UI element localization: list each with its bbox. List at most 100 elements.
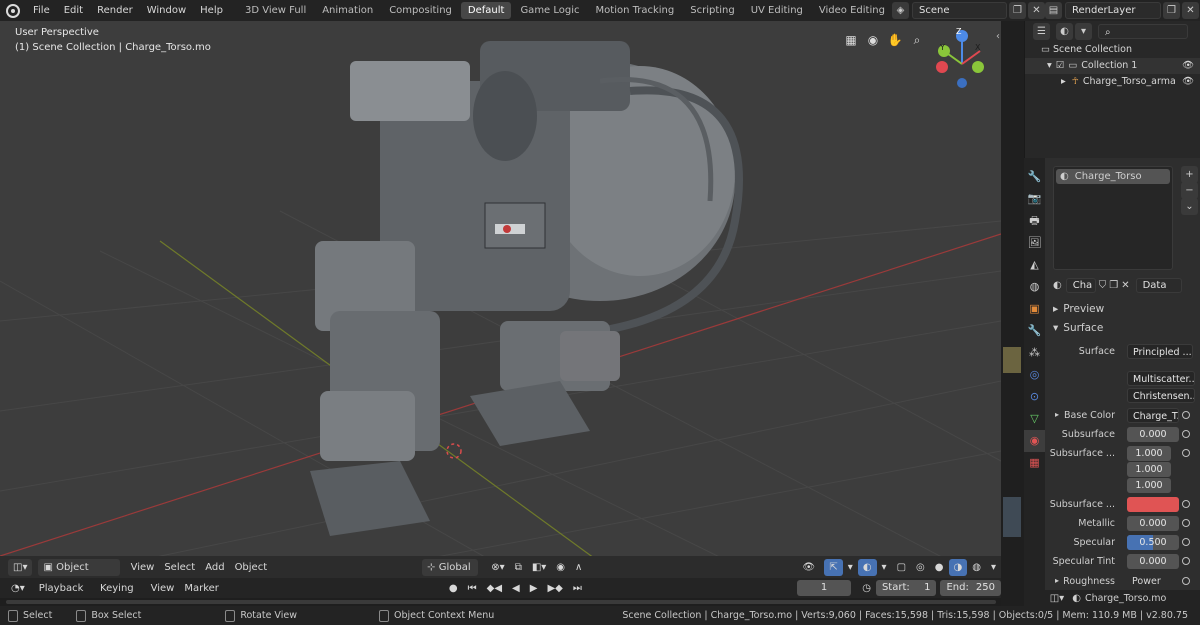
distribution-dropdown[interactable]: Multiscatter... — [1127, 371, 1195, 386]
metallic-value-field[interactable]: 0.000 — [1127, 516, 1179, 531]
specular-slider[interactable]: 0.500 — [1127, 535, 1179, 550]
material-copy-icon[interactable]: ❐ — [1109, 280, 1118, 291]
editor-type-icon[interactable]: ◫▾ — [8, 558, 33, 576]
timeline-menu-keying[interactable]: Keying ▾ — [95, 580, 146, 611]
falloff-icon[interactable]: ∧ — [570, 559, 587, 576]
tab-compositing[interactable]: Compositing — [382, 2, 459, 19]
shading-rendered-icon[interactable]: ◍ — [967, 559, 986, 576]
metallic-socket-icon[interactable] — [1182, 519, 1190, 527]
material-browse-icon[interactable]: ◐ — [1053, 280, 1062, 291]
view-layer-field[interactable]: RenderLayer — [1065, 2, 1161, 19]
subsurface-method-dropdown[interactable]: Christensen... — [1127, 388, 1195, 403]
scene-tab-icon[interactable]: ◭ — [1024, 254, 1045, 276]
material-unlink-icon[interactable]: ✕ — [1121, 280, 1129, 291]
subsurface-radius-y-field[interactable]: 1.000 — [1127, 462, 1171, 477]
subsurface-radius-x-field[interactable]: 1.000 — [1127, 446, 1171, 461]
world-tab-icon[interactable]: ◍ — [1024, 276, 1045, 298]
play-reverse-icon[interactable]: ◀ — [507, 580, 525, 597]
shading-dropdown-icon[interactable]: ▾ — [986, 559, 1001, 576]
specular-tint-value-field[interactable]: 0.000 — [1127, 554, 1179, 569]
overlay-dropdown-icon[interactable]: ▾ — [877, 559, 892, 576]
viewport-menu-select[interactable]: Select — [159, 559, 200, 576]
expand-arrow-icon[interactable]: ▸ — [1061, 74, 1066, 90]
base-color-field[interactable]: Charge_T... — [1127, 408, 1179, 423]
output-tab-icon[interactable]: 🖶 — [1024, 210, 1045, 232]
sidebar-toggle-icon[interactable]: ‹ — [996, 31, 1000, 42]
properties-pin-icon[interactable]: ◫▾ — [1050, 593, 1064, 604]
robot-model[interactable] — [310, 41, 743, 536]
menu-file[interactable]: File — [26, 0, 57, 21]
outliner-row-charge-torso-arma[interactable]: ▸ ☥ Charge_Torso_arma 👁 — [1025, 74, 1200, 90]
view-layer-copy-icon[interactable]: ❐ — [1163, 2, 1180, 19]
modifier-tab-icon[interactable]: 🔧 — [1024, 320, 1045, 342]
tab-uv-editing[interactable]: UV Editing — [744, 2, 810, 19]
view-layer-tab-icon[interactable]: 🖼 — [1024, 232, 1045, 254]
tab-3d-view-full[interactable]: 3D View Full — [238, 2, 313, 19]
material-tab-icon[interactable]: ◉ — [1024, 430, 1045, 452]
subsurface-value-field[interactable]: 0.000 — [1127, 427, 1179, 442]
camera-view-icon[interactable]: ◉ — [862, 29, 884, 51]
specular-tint-socket-icon[interactable] — [1182, 557, 1190, 565]
timeline-editor-icon[interactable]: ◔▾ — [6, 580, 30, 597]
menu-edit[interactable]: Edit — [57, 0, 90, 21]
jump-start-icon[interactable]: ⏮ — [463, 580, 482, 597]
play-icon[interactable]: ▶ — [525, 580, 543, 597]
particles-tab-icon[interactable]: ⁂ — [1024, 342, 1045, 364]
scene-browse-icon[interactable]: ◈ — [892, 2, 909, 19]
outliner-search-input[interactable]: ⌕ — [1098, 24, 1188, 39]
texture-tab-icon[interactable]: ▦ — [1024, 452, 1045, 474]
constraints-tab-icon[interactable]: ⊙ — [1024, 386, 1045, 408]
timeline-scrollbar[interactable] — [6, 600, 996, 604]
tool-tab-icon[interactable]: 🔧 — [1024, 166, 1045, 188]
collapsed-image-tab[interactable] — [1003, 497, 1021, 537]
roughness-field[interactable]: Power — [1127, 574, 1179, 589]
start-frame-field[interactable]: Start: 1 — [875, 580, 937, 596]
fake-user-icon[interactable]: ⛉ — [1099, 280, 1107, 291]
slot-menu-icon[interactable]: ⌄ — [1181, 198, 1198, 215]
tab-default[interactable]: Default — [460, 2, 512, 19]
surface-panel-header[interactable]: ▾ Surface — [1053, 322, 1103, 334]
menu-render[interactable]: Render — [90, 0, 140, 21]
current-frame-field[interactable]: 1 — [796, 580, 852, 596]
subsurface-socket-icon[interactable] — [1182, 430, 1190, 438]
eye-icon[interactable]: 👁 — [1182, 58, 1194, 74]
3d-viewport[interactable]: User Perspective (1) Scene Collection | … — [0, 21, 1001, 577]
timeline-menu-marker[interactable]: Marker — [179, 580, 224, 597]
gizmo-dropdown-icon[interactable]: ▾ — [843, 559, 858, 576]
pivot-point-icon[interactable]: ⊗▾ — [486, 559, 509, 576]
proportional-edit-icon[interactable]: ◉ — [551, 559, 570, 576]
menu-help[interactable]: Help — [193, 0, 230, 21]
gizmo-toggle-icon[interactable]: ⇱ — [824, 558, 843, 576]
transform-orientation-dropdown[interactable]: ⊹ Global ▾ — [422, 558, 479, 590]
object-tab-icon[interactable]: ▣ — [1024, 298, 1045, 320]
viewport-menu-add[interactable]: Add — [200, 559, 229, 576]
navigation-gizmo[interactable] — [936, 30, 984, 88]
material-slot-list[interactable]: ◐ Charge_Torso — [1053, 166, 1173, 270]
specular-socket-icon[interactable] — [1182, 538, 1190, 546]
pan-hand-icon[interactable]: ✋ — [884, 29, 906, 51]
overlay-toggle-icon[interactable]: ◐ — [857, 558, 877, 576]
outliner-row-scene-collection[interactable]: ▭ Scene Collection — [1025, 42, 1200, 58]
render-tab-icon[interactable]: 📷 — [1024, 188, 1045, 210]
blender-logo-icon[interactable] — [6, 3, 20, 18]
menu-window[interactable]: Window — [140, 0, 193, 21]
end-frame-field[interactable]: End: 250 — [940, 580, 1001, 596]
base-color-socket-icon[interactable] — [1182, 411, 1190, 419]
expand-arrow-icon[interactable]: ▾ — [1047, 58, 1052, 74]
timeline-menu-playback[interactable]: Playback ▾ — [34, 580, 95, 611]
grid-view-icon[interactable]: ▦ — [840, 29, 862, 51]
subsurface-color-socket-icon[interactable] — [1182, 500, 1190, 508]
frame-clock-icon[interactable]: ◷ — [857, 580, 876, 597]
object-data-tab-icon[interactable]: ▽ — [1024, 408, 1045, 430]
subsurface-radius-z-field[interactable]: 1.000 — [1127, 478, 1171, 493]
tab-motion-tracking[interactable]: Motion Tracking — [589, 2, 682, 19]
roughness-socket-icon[interactable] — [1182, 577, 1190, 585]
material-name-field[interactable]: Cha — [1065, 278, 1096, 293]
eye-icon[interactable]: 👁 — [1182, 74, 1194, 90]
record-icon[interactable]: ● — [444, 580, 463, 597]
visibility-icon[interactable]: 👁▾ — [797, 559, 824, 590]
snap-target-icon[interactable]: ◧▾ — [527, 559, 551, 576]
outliner-filter-icon[interactable]: ▾ — [1075, 23, 1092, 40]
scene-copy-icon[interactable]: ❐ — [1009, 2, 1026, 19]
tab-game-logic[interactable]: Game Logic — [513, 2, 586, 19]
